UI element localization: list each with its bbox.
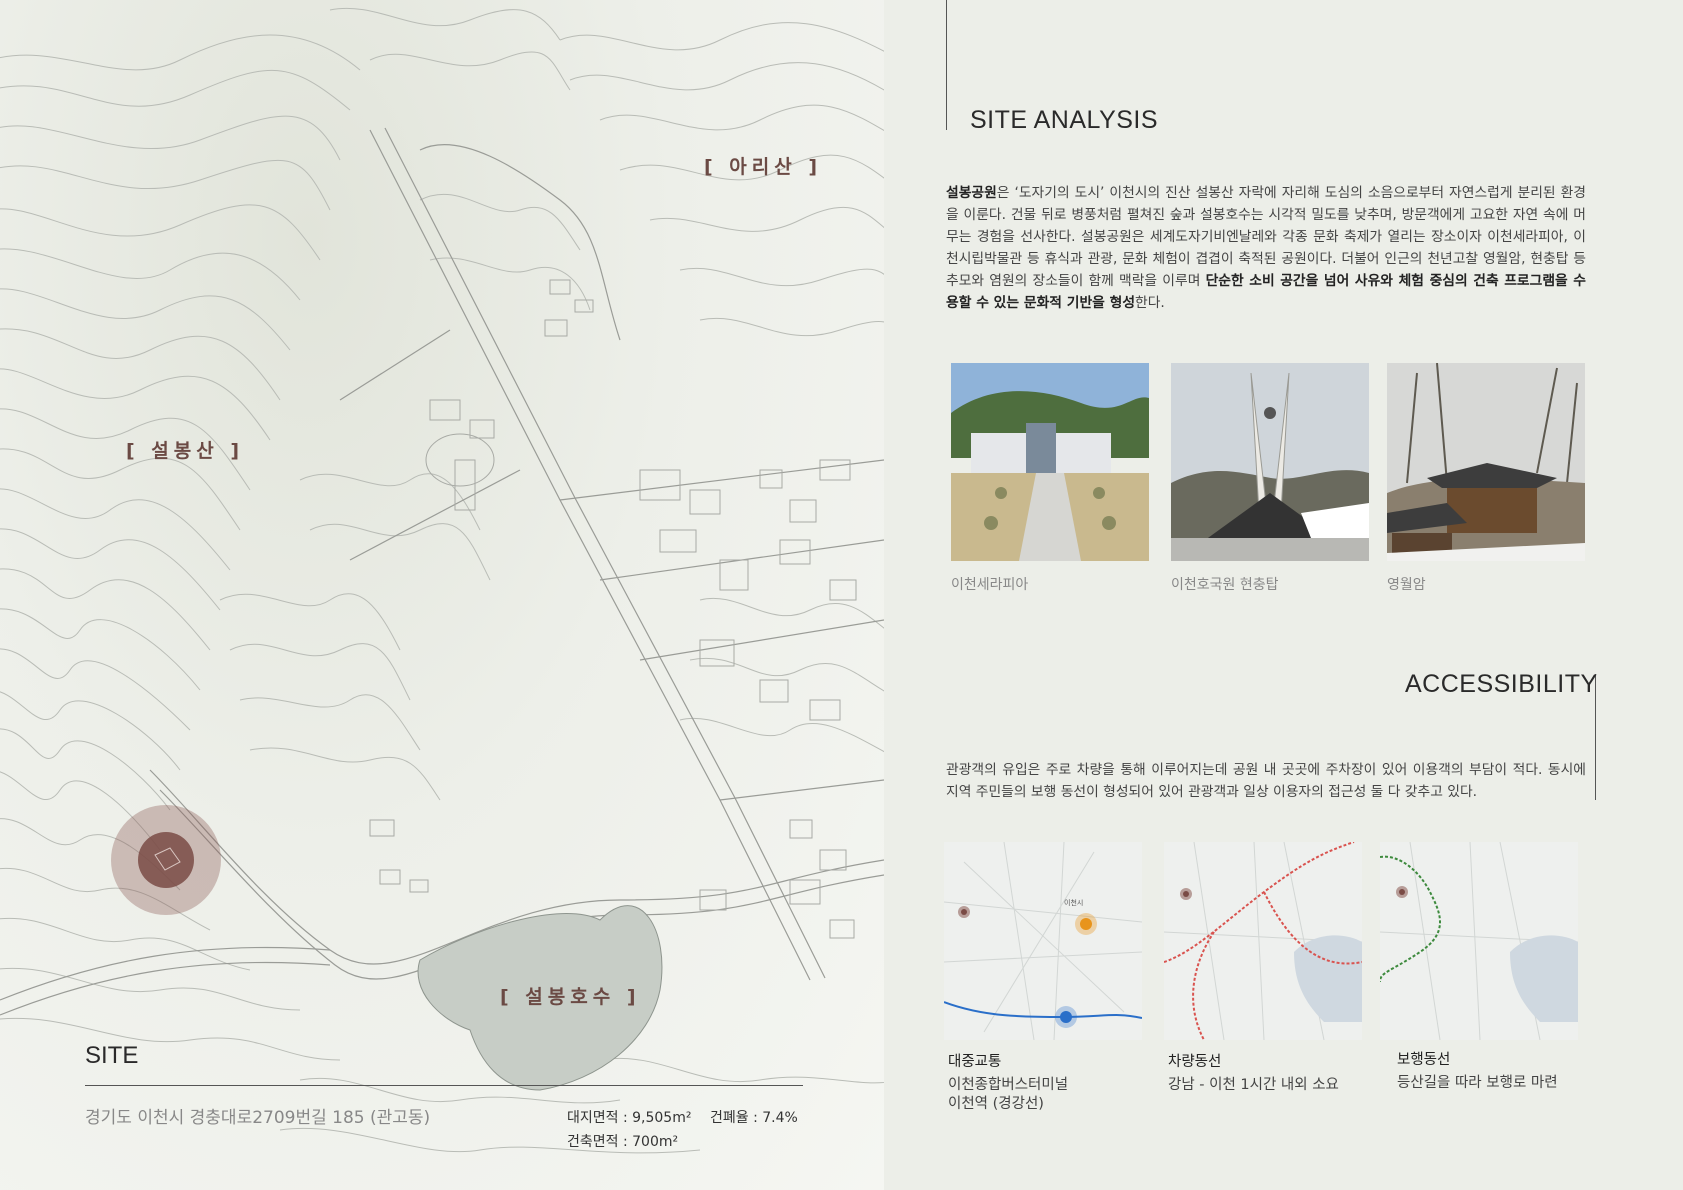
public-transit-map: 이천시 bbox=[944, 842, 1142, 1040]
photo-icheon-cerapia bbox=[951, 363, 1149, 561]
accessibility-paragraph: 관광객의 유입은 주로 차량을 통해 이루어지는데 공원 내 곳곳에 주차장이 … bbox=[946, 762, 1586, 800]
walk-route-map bbox=[1380, 842, 1578, 1040]
map-label-seolbong-lake: [ 설봉호수 ] bbox=[500, 986, 641, 1008]
memorial-tower-photo-icon bbox=[1171, 363, 1369, 561]
site-area-stat: 대지면적 : 9,505m² bbox=[567, 1110, 692, 1126]
card-desc-walk: 등산길을 따라 보행로 마련 bbox=[1397, 1075, 1558, 1091]
site-marker-inner bbox=[138, 832, 194, 888]
photo-memorial-tower bbox=[1171, 363, 1369, 561]
card-title-transit: 대중교통 bbox=[948, 1054, 1002, 1070]
photo-caption-3: 영월암 bbox=[1387, 577, 1426, 593]
photo-yeongwolam bbox=[1387, 363, 1585, 561]
card-desc-transit-1: 이천종합버스터미널 bbox=[948, 1077, 1069, 1093]
building-area-stat: 건축면적 : 700m² bbox=[567, 1134, 679, 1150]
site-analysis-vline bbox=[946, 0, 947, 130]
site-map: [ 아리산 ] [ 설봉산 ] [ 설봉호수 ] SITE 경기도 이천시 경충… bbox=[0, 0, 884, 1190]
analysis-panel: SITE ANALYSIS 설봉공원은 ‘도자기의 도시’ 이천시의 진산 설봉… bbox=[884, 0, 1683, 1190]
car-route-map bbox=[1164, 842, 1362, 1040]
map-label-seolbongsan: [ 설봉산 ] bbox=[126, 440, 245, 462]
photo-caption-2: 이천호국원 현충탑 bbox=[1171, 577, 1279, 593]
card-title-car: 차량동선 bbox=[1168, 1054, 1222, 1070]
card-desc-transit-2: 이천역 (경강선) bbox=[948, 1096, 1044, 1112]
temple-photo-icon bbox=[1387, 363, 1585, 561]
site-analysis-paragraph: 설봉공원은 ‘도자기의 도시’ 이천시의 진산 설봉산 자락에 자리해 도심의 … bbox=[946, 182, 1586, 314]
site-analysis-title: SITE ANALYSIS bbox=[970, 106, 1159, 134]
svg-text:이천시: 이천시 bbox=[1064, 898, 1083, 907]
site-address: 경기도 이천시 경충대로2709번길 185 (관고동) bbox=[85, 1108, 431, 1128]
photo-caption-1: 이천세라피아 bbox=[951, 577, 1029, 593]
para-end: 한다. bbox=[1135, 295, 1165, 311]
site-title: SITE bbox=[85, 1042, 139, 1069]
site-divider bbox=[85, 1085, 803, 1086]
card-title-walk: 보행동선 bbox=[1397, 1052, 1451, 1068]
building-photo-icon bbox=[951, 363, 1149, 561]
accessibility-title: ACCESSIBILITY bbox=[1405, 670, 1598, 698]
park-name: 설봉공원 bbox=[946, 185, 997, 201]
coverage-stat: 건폐율 : 7.4% bbox=[710, 1110, 798, 1126]
card-desc-car: 강남 - 이천 1시간 내외 소요 bbox=[1168, 1077, 1339, 1093]
map-label-arisan: [ 아리산 ] bbox=[704, 156, 823, 178]
